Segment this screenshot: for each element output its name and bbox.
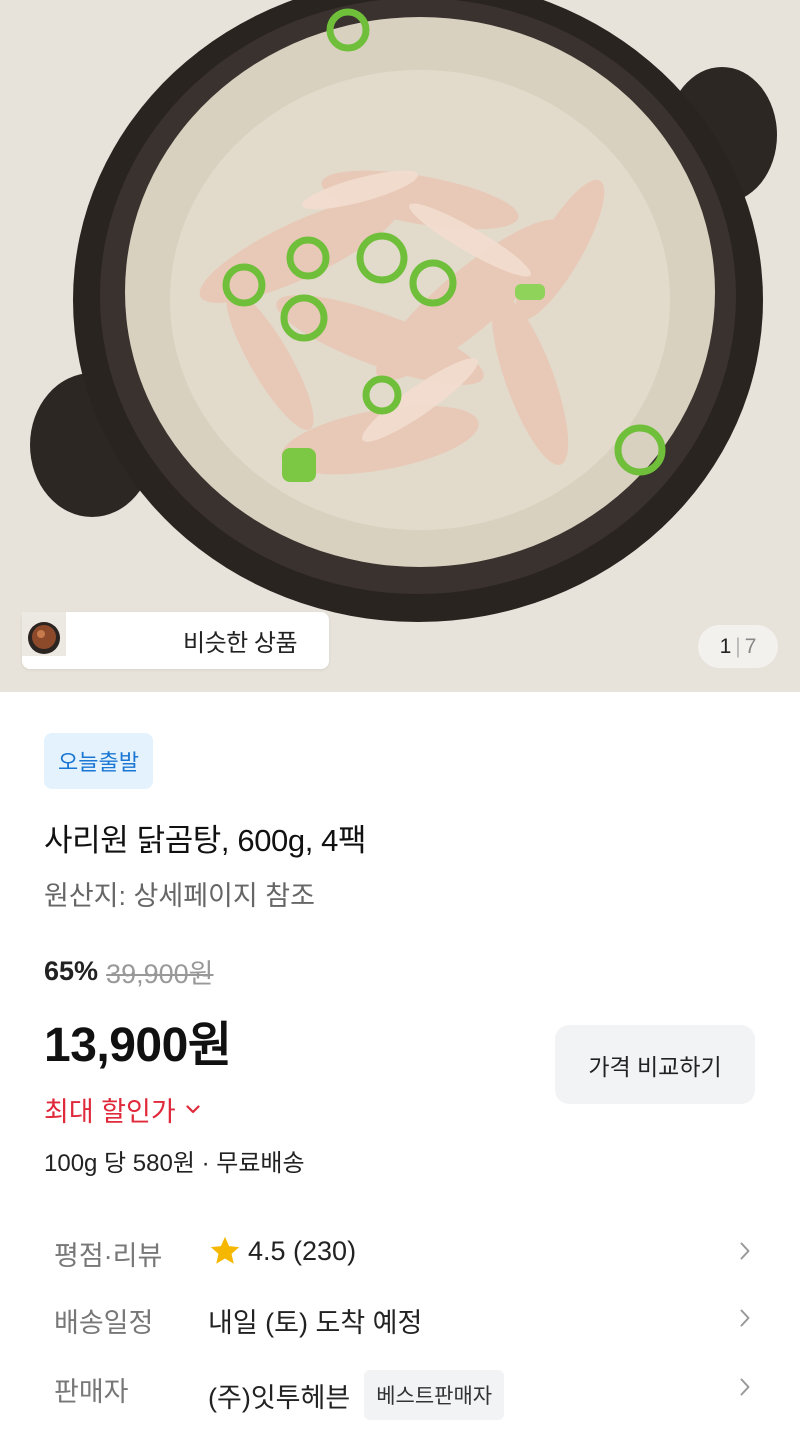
rating-value: 4.5 (230) bbox=[248, 1235, 357, 1266]
similar-products-label: 비슷한 상품 bbox=[183, 630, 298, 657]
similar-product-thumbnail bbox=[22, 612, 170, 663]
product-image-gallery[interactable]: 비슷한 상품 1 | 7 bbox=[0, 0, 800, 692]
chevron-right-icon bbox=[740, 1309, 750, 1327]
best-seller-badge: 베스트판매자 bbox=[364, 1370, 505, 1420]
similar-product-thumbnail bbox=[22, 612, 121, 663]
chevron-down-icon bbox=[186, 1105, 200, 1114]
max-discount-label: 최대 할인가 bbox=[44, 1097, 176, 1127]
original-price: 39,900원 bbox=[106, 959, 214, 989]
origin-text: 원산지: 상세페이지 참조 bbox=[44, 881, 315, 911]
discount-row: 65% 39,900원 bbox=[44, 952, 213, 991]
current-page: 1 bbox=[719, 634, 732, 658]
total-pages: 7 bbox=[744, 634, 757, 658]
star-icon bbox=[210, 1236, 240, 1264]
rating-value-group: 4.5 (230) bbox=[208, 1234, 356, 1268]
today-shipping-badge: 오늘출발 bbox=[44, 733, 153, 789]
unit-price-shipping: 100g 당 580원 · 무료배송 bbox=[44, 1150, 305, 1177]
rating-review-row[interactable]: 평점·리뷰 4.5 (230) bbox=[0, 1224, 800, 1278]
max-discount-toggle[interactable]: 최대 할인가 bbox=[44, 1090, 200, 1129]
seller-value-group: (주)잇투헤븐 베스트판매자 bbox=[208, 1370, 505, 1420]
image-page-indicator: 1 | 7 bbox=[698, 625, 778, 668]
chevron-right-icon bbox=[740, 1242, 750, 1260]
seller-row[interactable]: 판매자 (주)잇투헤븐 베스트판매자 bbox=[0, 1360, 800, 1420]
seller-label: 판매자 bbox=[54, 1377, 129, 1407]
shipping-schedule-row[interactable]: 배송일정 내일 (토) 도착 예정 bbox=[0, 1291, 800, 1345]
page-separator: | bbox=[735, 634, 741, 658]
shipping-schedule-label: 배송일정 bbox=[54, 1308, 154, 1338]
sale-price: 13,900원 bbox=[44, 1019, 232, 1072]
discount-rate: 65% bbox=[44, 956, 99, 986]
similar-products-chip[interactable]: 비슷한 상품 bbox=[22, 612, 329, 669]
rating-review-label: 평점·리뷰 bbox=[54, 1241, 163, 1271]
chevron-right-icon bbox=[740, 1378, 750, 1396]
product-title: 사리원 닭곰탕, 600g, 4팩 bbox=[44, 823, 367, 858]
shipping-schedule-value: 내일 (토) 도착 예정 bbox=[208, 1308, 423, 1338]
product-photo bbox=[0, 0, 800, 692]
price-compare-button[interactable]: 가격 비교하기 bbox=[555, 1025, 755, 1104]
seller-name: (주)잇투헤븐 bbox=[208, 1382, 351, 1413]
